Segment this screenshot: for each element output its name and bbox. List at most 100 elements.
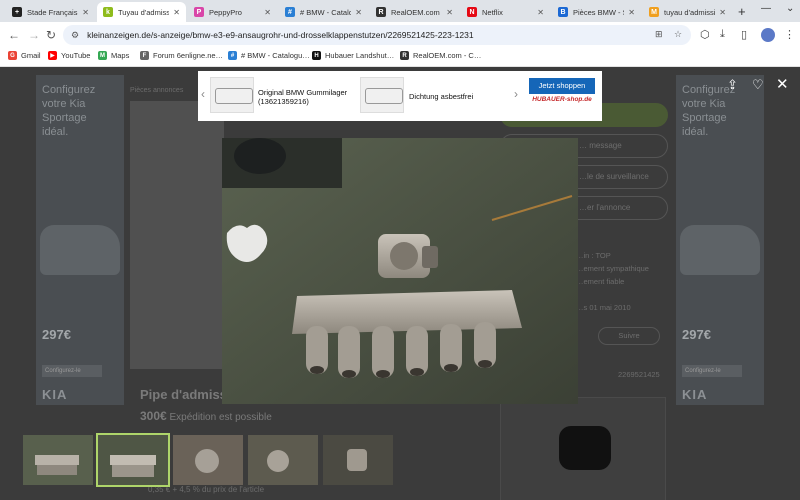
address-bar[interactable]: ⚙ kleinanzeigen.de/s-anzeige/bmw-e3-e9-a…: [63, 25, 691, 45]
kia-ad-price: 297€: [42, 327, 71, 342]
bookmark-favicon: ▶: [48, 51, 57, 60]
site-info-icon[interactable]: ⚙: [71, 30, 79, 41]
bookmark-item[interactable]: G Gmail: [8, 51, 41, 60]
bookmark-favicon: F: [140, 51, 149, 60]
tab-2[interactable]: k Tuyau d'admissi…✕: [97, 2, 186, 22]
ad-id: 2269521425: [618, 370, 660, 379]
tab-title: Netflix: [482, 7, 503, 17]
close-tab-icon[interactable]: ✕: [355, 8, 362, 17]
breadcrumb: Pièces annonces: [130, 87, 184, 94]
close-tab-icon[interactable]: ✕: [446, 8, 453, 17]
downloads-icon[interactable]: ⤓: [720, 28, 725, 41]
bookmark-label: Gmail: [21, 51, 41, 60]
forward-icon[interactable]: →: [28, 28, 40, 42]
tab-3[interactable]: P PeppyPro ✕: [188, 2, 277, 22]
tab-title: Pièces BMW - S…: [573, 7, 624, 17]
car-image: [40, 225, 120, 275]
chevron-down-icon[interactable]: ⌄: [786, 3, 794, 14]
close-icon[interactable]: ✕: [776, 75, 789, 93]
chevron-right-icon[interactable]: ›: [514, 87, 518, 101]
close-tab-icon[interactable]: ✕: [719, 8, 726, 17]
related-item-image: [559, 426, 611, 470]
bookmark-favicon: #: [228, 51, 237, 60]
ad-product-image[interactable]: [360, 77, 404, 113]
close-tab-icon[interactable]: ✕: [264, 8, 271, 17]
tab-4[interactable]: # # BMW - Catalo…✕: [279, 2, 368, 22]
related-item-card[interactable]: [500, 397, 666, 500]
tab-favicon: P: [194, 7, 204, 17]
tab-favicon: M: [649, 7, 659, 17]
buyer-fee: 0,35 € + 4,5 % du prix de l'article: [148, 485, 265, 494]
menu-icon[interactable]: ⋮: [784, 28, 795, 41]
new-tab-button[interactable]: +: [738, 4, 746, 19]
tab-title: Stade Français /: [27, 7, 79, 17]
ad-product-title[interactable]: Original BMW Gummilager (13621359216): [258, 88, 348, 106]
tab-favicon: B: [558, 7, 568, 17]
close-tab-icon[interactable]: ✕: [173, 8, 180, 17]
tab-title: PeppyPro: [209, 7, 242, 17]
tab-6[interactable]: N Netflix ✕: [461, 2, 550, 22]
bookmark-favicon: R: [400, 51, 409, 60]
bookmark-item[interactable]: ▶ YouTube: [48, 51, 90, 60]
bookmark-item[interactable]: H Hubauer Landshut…: [312, 51, 394, 60]
gallery-thumbnail[interactable]: [173, 435, 243, 485]
bookmark-favicon: H: [312, 51, 321, 60]
heart-icon[interactable]: ♡: [752, 77, 764, 93]
bookmark-label: Forum 6enligne.ne…: [153, 51, 224, 60]
seller-since: …s 01 mai 2010: [576, 303, 631, 312]
back-icon[interactable]: ←: [8, 28, 20, 42]
follow-button[interactable]: Suivre: [598, 327, 660, 345]
ad-product-title[interactable]: Dichtung asbestfrei: [409, 92, 473, 101]
bookmark-item[interactable]: F Forum 6enligne.ne…: [140, 51, 223, 60]
share-icon[interactable]: ⇪: [727, 77, 738, 93]
close-tab-icon[interactable]: ✕: [537, 8, 544, 17]
tab-strip: +Stade Français /✕kTuyau d'admissi…✕PPep…: [0, 0, 800, 22]
tab-7[interactable]: B Pièces BMW - S… ✕: [552, 2, 641, 22]
gallery-thumbnail[interactable]: [96, 433, 170, 487]
kia-ad-right[interactable]: Configurez votre Kia Sportage idéal. 297€ C…: [676, 75, 764, 405]
bookmark-favicon: M: [98, 51, 107, 60]
tab-title: # BMW - Catalo…: [300, 7, 352, 17]
bookmark-label: RealOEM.com - C…: [413, 51, 482, 60]
tab-title: RealOEM.com -: [391, 7, 443, 17]
gallery-main-photo[interactable]: [222, 138, 578, 404]
bookmark-star-icon[interactable]: ☆: [674, 29, 682, 40]
translate-icon[interactable]: ⊞: [655, 29, 663, 40]
bookmark-item[interactable]: M Maps: [98, 51, 129, 60]
extensions-icon[interactable]: ⬡: [700, 28, 710, 41]
listing-price: 300€ Expédition est possible: [140, 409, 272, 423]
listing-photo: [130, 101, 224, 369]
kia-logo: KIA: [682, 387, 708, 402]
gallery-thumbnail[interactable]: [23, 435, 93, 485]
profile-avatar[interactable]: [761, 28, 775, 42]
tab-1[interactable]: + Stade Français / ✕: [6, 2, 95, 22]
kia-ad-price: 297€: [682, 327, 711, 342]
ad-product-image[interactable]: [210, 77, 254, 113]
seller-rating: …in : TOP: [576, 251, 611, 260]
close-tab-icon[interactable]: ✕: [628, 8, 635, 17]
bookmark-item[interactable]: # # BMW - Catalogu…: [228, 51, 310, 60]
bookmark-item[interactable]: R RealOEM.com - C…: [400, 51, 481, 60]
bookmarks-bar: G Gmail ▶ YouTube M Maps F Forum 6enligne.ne… # #…: [0, 48, 800, 67]
kia-ad-cta[interactable]: Configurez-le: [42, 365, 102, 377]
tab-title: tuyau d'admissi…: [664, 7, 715, 17]
bookmark-favicon: G: [8, 51, 17, 60]
advertisement-banner[interactable]: ‹ Original BMW Gummilager (13621359216) …: [198, 71, 602, 121]
gallery-thumbnail[interactable]: [248, 435, 318, 485]
close-tab-icon[interactable]: ✕: [82, 8, 89, 17]
kia-ad-left[interactable]: Configurez votre Kia Sportage idéal. 297€ C…: [36, 75, 124, 405]
url-text: kleinanzeigen.de/s-anzeige/bmw-e3-e9-ans…: [87, 30, 474, 40]
bookmark-label: Maps: [111, 51, 130, 60]
tab-8[interactable]: Mtuyau d'admissi… ✕: [643, 2, 732, 22]
tab-5[interactable]: R RealOEM.com - ✕: [370, 2, 459, 22]
kia-ad-cta[interactable]: Configurez-le: [682, 365, 742, 377]
kia-logo: KIA: [42, 387, 68, 402]
shop-now-button[interactable]: Jetzt shoppen: [529, 78, 595, 94]
chevron-left-icon[interactable]: ‹: [201, 87, 205, 101]
reload-icon[interactable]: ↻: [46, 28, 56, 42]
minimize-icon[interactable]: —: [761, 3, 771, 14]
tab-favicon: #: [285, 7, 295, 17]
side-panel-icon[interactable]: ▯: [741, 28, 747, 41]
gallery-thumbnail[interactable]: [323, 435, 393, 485]
bookmark-label: # BMW - Catalogu…: [241, 51, 310, 60]
